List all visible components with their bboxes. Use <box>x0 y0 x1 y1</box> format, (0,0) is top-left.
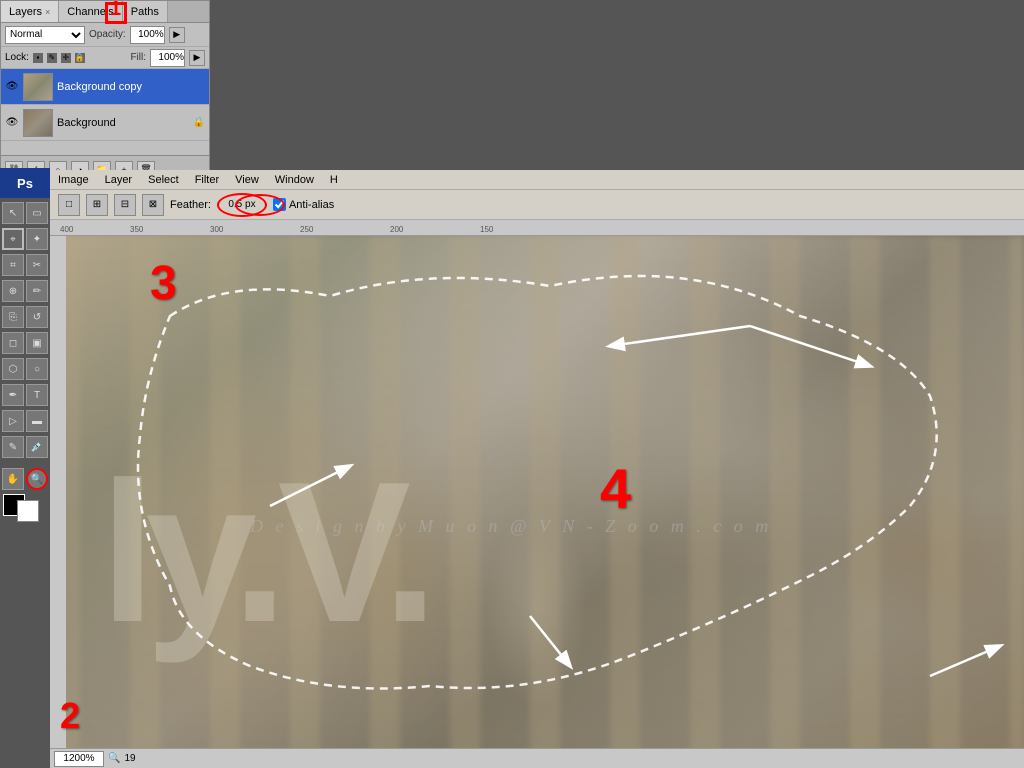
lock-position-icon[interactable]: ✛ <box>61 53 71 63</box>
foreground-background-colors[interactable] <box>3 494 47 524</box>
layer-lock-bg: 🔒 <box>193 117 205 128</box>
paths-tab-label: Paths <box>131 6 159 18</box>
options-bar: □ ⊞ ⊟ ⊠ Feather: Anti-alias <box>50 190 1024 220</box>
shape-tool[interactable]: ▬ <box>26 410 48 432</box>
intersect-selection-btn[interactable]: ⊠ <box>142 194 164 216</box>
fill-arrow[interactable]: ▶ <box>189 50 205 66</box>
lock-paint-icon[interactable]: ✎ <box>47 53 57 63</box>
layer-thumb-bg-copy <box>23 73 53 101</box>
ruler-vertical <box>50 236 66 748</box>
zoom-icon[interactable]: 🔍 <box>108 753 120 764</box>
zoom-display[interactable]: 1200% <box>54 751 104 767</box>
path-select[interactable]: ▷ <box>2 410 24 432</box>
menu-bar: Image Layer Select Filter View Window H <box>50 170 1024 190</box>
lasso-tool[interactable]: ⌖ <box>2 228 24 250</box>
crop-tool[interactable]: ⌗ <box>2 254 24 276</box>
fill-label: Fill: <box>130 52 146 63</box>
feather-circle-annotation <box>235 194 285 216</box>
menu-filter[interactable]: Filter <box>187 172 227 188</box>
blur-tool[interactable]: ⬡ <box>2 358 24 380</box>
ps-logo-text: Ps <box>17 176 33 191</box>
annotation-4: 4 <box>600 456 631 521</box>
magic-wand[interactable]: ✦ <box>26 228 48 250</box>
move-tool[interactable]: ↖ <box>2 202 24 224</box>
add-selection-btn[interactable]: ⊞ <box>86 194 108 216</box>
new-selection-btn[interactable]: □ <box>58 194 80 216</box>
svg-text:150: 150 <box>480 225 494 234</box>
annotation-3: 3 <box>150 256 177 311</box>
menu-view[interactable]: View <box>227 172 267 188</box>
slice-tool[interactable]: ✂ <box>26 254 48 276</box>
svg-text:200: 200 <box>390 225 404 234</box>
history-tool[interactable]: ↺ <box>26 306 48 328</box>
opacity-label: Opacity: <box>89 29 126 40</box>
layer-name-bg-copy: Background copy <box>57 81 205 93</box>
menu-layer[interactable]: Layer <box>97 172 141 188</box>
svg-text:250: 250 <box>300 225 314 234</box>
hand-tool[interactable]: ✋ <box>2 468 24 490</box>
anti-alias-label: Anti-alias <box>289 199 334 211</box>
canvas-area: D e s i g n b y M u o n @ V N - Z o o m … <box>50 236 1024 768</box>
layer-empty-area <box>1 141 209 155</box>
lock-row: Lock: ▪ ✎ ✛ 🔒 Fill: ▶ <box>1 47 209 69</box>
marquee-tool[interactable]: ▭ <box>26 202 48 224</box>
svg-text:300: 300 <box>210 225 224 234</box>
annotation-2: 2 <box>60 695 80 737</box>
tab-layers[interactable]: Layers × <box>1 1 59 22</box>
ps-logo: Ps <box>0 168 50 198</box>
menu-image[interactable]: Image <box>50 172 97 188</box>
feather-label: Feather: <box>170 199 211 211</box>
lock-label: Lock: <box>5 52 29 63</box>
fill-input[interactable] <box>150 49 185 67</box>
annotation-1: 1 <box>110 0 121 21</box>
dodge-tool[interactable]: ○ <box>26 358 48 380</box>
blend-mode-select[interactable]: Normal <box>5 26 85 44</box>
layer-eye-bg-copy[interactable]: 👁 <box>5 80 19 94</box>
notes-tool[interactable]: ✎ <box>2 436 24 458</box>
heal-tool[interactable]: ⊕ <box>2 280 24 302</box>
clone-tool[interactable]: ⎘ <box>2 306 24 328</box>
brush-tool[interactable]: ✏ <box>26 280 48 302</box>
status-info: 19 <box>124 753 135 764</box>
tab-paths[interactable]: Paths <box>123 1 168 22</box>
pen-tool[interactable]: ✒ <box>2 384 24 406</box>
eraser-tool[interactable]: ◻ <box>2 332 24 354</box>
layer-thumb-bg <box>23 109 53 137</box>
layers-tab-label: Layers <box>9 6 42 18</box>
svg-text:350: 350 <box>130 225 144 234</box>
layer-item-bg[interactable]: 👁 Background 🔒 <box>1 105 209 141</box>
layers-tab-close[interactable]: × <box>45 7 50 17</box>
gradient-tool[interactable]: ▣ <box>26 332 48 354</box>
subtract-selection-btn[interactable]: ⊟ <box>114 194 136 216</box>
ps-toolbar: ↖ ▭ ⌖ ✦ ⌗ ✂ ⊕ ✏ ⎘ ↺ ◻ ▣ ⬡ ○ ✒ T ▷ ▬ ✎ 💉 … <box>0 198 50 530</box>
eyedropper-tool[interactable]: 💉 <box>26 436 48 458</box>
ruler-horizontal: 400 350 300 250 200 150 <box>50 220 1024 236</box>
type-tool[interactable]: T <box>26 384 48 406</box>
layers-panel: Layers × Channels Paths Normal Opacity: … <box>0 0 210 184</box>
status-bar: 1200% 🔍 19 <box>50 748 1024 768</box>
big-text-overlay: ly.V. <box>100 438 428 668</box>
layer-eye-bg[interactable]: 👁 <box>5 116 19 130</box>
lock-transparency-icon[interactable]: ▪ <box>33 53 43 63</box>
lock-all-icon[interactable]: 🔒 <box>75 53 85 63</box>
opacity-input[interactable] <box>130 26 165 44</box>
menu-window[interactable]: Window <box>267 172 322 188</box>
opacity-arrow[interactable]: ▶ <box>169 27 185 43</box>
layer-item-bg-copy[interactable]: 👁 Background copy <box>1 69 209 105</box>
zoom-tool[interactable]: 🔍 <box>26 468 48 490</box>
menu-select[interactable]: Select <box>140 172 187 188</box>
svg-text:400: 400 <box>60 225 74 234</box>
menu-help[interactable]: H <box>322 172 346 188</box>
layer-name-bg: Background <box>57 117 189 129</box>
blend-mode-row: Normal Opacity: ▶ <box>1 23 209 47</box>
